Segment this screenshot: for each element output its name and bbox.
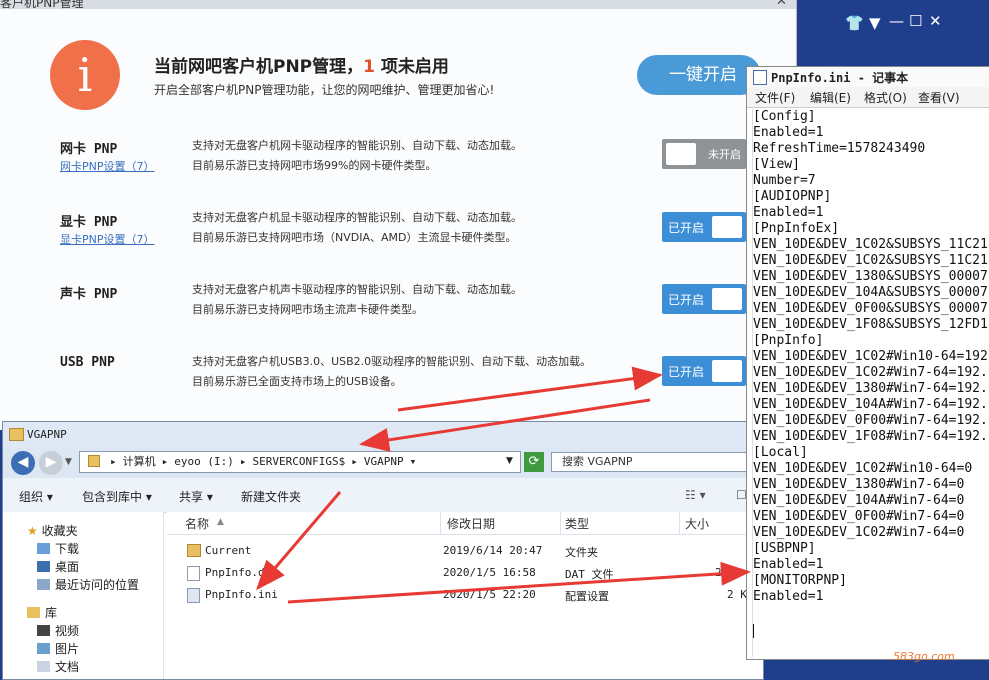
arrow-to-notepad (287, 561, 751, 604)
annotation-arrows (256, 366, 751, 604)
arrow-to-explorer (359, 398, 651, 452)
site-watermark: 583go.com (893, 650, 955, 663)
arrow-to-ini-file (256, 491, 342, 591)
